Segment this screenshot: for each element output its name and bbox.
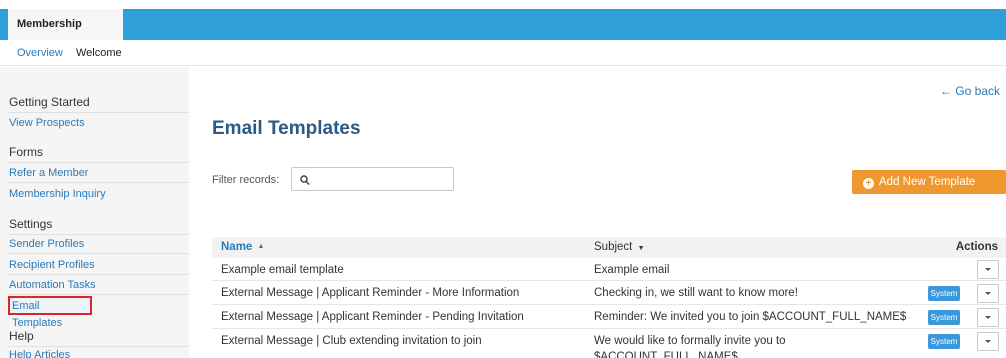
caret-down-icon	[985, 316, 991, 319]
template-subject: Reminder: We invited you to join $ACCOUN…	[594, 311, 907, 323]
add-new-template-label: Add New Template	[879, 176, 976, 188]
sidebar-divider	[8, 234, 189, 235]
sidebar-item-sender-profiles[interactable]: Sender Profiles	[9, 238, 84, 250]
row-actions-dropdown[interactable]	[977, 284, 999, 303]
template-name: External Message | Applicant Reminder - …	[221, 287, 520, 299]
template-name: External Message | Applicant Reminder - …	[221, 311, 524, 323]
column-subject-label: Subject	[594, 241, 633, 253]
filter-box	[291, 167, 454, 191]
sidebar-divider	[8, 294, 189, 295]
sidebar-item-recipient-profiles[interactable]: Recipient Profiles	[9, 259, 95, 271]
page-title: Email Templates	[212, 118, 361, 139]
system-badge: System	[928, 334, 960, 349]
row-actions-dropdown[interactable]	[977, 332, 999, 351]
column-name-label: Name	[221, 241, 253, 253]
sidebar-item-refer-a-member[interactable]: Refer a Member	[9, 167, 88, 179]
table-row[interactable]: External Message | Applicant Reminder - …	[212, 305, 1006, 329]
template-subject-line-1: We would like to formally invite you to	[594, 335, 786, 347]
sidebar-heading-getting-started: Getting Started	[9, 95, 90, 109]
sidebar-item-help-articles[interactable]: Help Articles	[9, 349, 70, 358]
sidebar-heading-forms: Forms	[9, 145, 43, 159]
table-row[interactable]: External Message | Club extending invita…	[212, 329, 1006, 358]
filter-label: Filter records:	[212, 174, 280, 186]
plus-circle-icon: +	[863, 178, 874, 189]
sub-navigation: Overview Welcome	[0, 40, 1006, 66]
row-actions-dropdown[interactable]	[977, 260, 999, 279]
column-header-subject[interactable]: Subject ▼	[594, 241, 645, 253]
sort-ascending-icon: ▲	[257, 243, 265, 250]
template-subject: Checking in, we still want to know more!	[594, 287, 798, 299]
column-header-name[interactable]: Name ▲	[221, 241, 264, 253]
filter-input[interactable]	[316, 171, 448, 187]
system-badge: System	[928, 310, 960, 325]
column-header-actions: Actions	[955, 241, 998, 253]
top-bar: Membership Success	[0, 9, 1006, 61]
row-actions-dropdown[interactable]	[977, 308, 999, 327]
sidebar-divider	[8, 112, 189, 113]
sidebar-item-membership-inquiry[interactable]: Membership Inquiry	[9, 188, 106, 200]
sidebar-item-view-prospects[interactable]: View Prospects	[9, 117, 85, 129]
template-subject: We would like to formally invite you to …	[594, 333, 786, 358]
template-subject-line-2: $ACCOUNT_FULL_NAME$	[594, 351, 738, 358]
add-new-template-button[interactable]: + Add New Template	[852, 170, 1006, 194]
table-row[interactable]: External Message | Applicant Reminder - …	[212, 281, 1006, 305]
table-row[interactable]: Example email template Example email	[212, 258, 1006, 281]
caret-down-icon	[985, 340, 991, 343]
sidebar-heading-settings: Settings	[9, 217, 53, 231]
template-name: Example email template	[221, 264, 344, 276]
system-badge: System	[928, 286, 960, 301]
sidebar-divider	[8, 346, 189, 347]
sidebar-divider	[8, 182, 189, 183]
sidebar-item-email-templates[interactable]: Email Templates	[8, 296, 92, 329]
sidebar-divider	[8, 274, 189, 275]
template-subject: Example email	[594, 264, 670, 276]
app-tab-membership-success[interactable]: Membership Success	[8, 9, 123, 61]
sidebar-heading-help: Help	[9, 329, 34, 343]
template-name: External Message | Club extending invita…	[221, 335, 482, 347]
caret-down-icon	[985, 268, 991, 271]
table-header: Name ▲ Subject ▼ Actions	[212, 237, 1006, 258]
sidebar-divider	[8, 253, 189, 254]
subnav-overview[interactable]: Overview	[17, 40, 63, 66]
sidebar-item-automation-tasks[interactable]: Automation Tasks	[9, 279, 96, 291]
sidebar: Getting Started View Prospects Forms Ref…	[0, 67, 189, 358]
go-back-link[interactable]: ← Go back	[940, 84, 1000, 98]
search-icon	[300, 173, 310, 191]
caret-down-icon	[985, 292, 991, 295]
subnav-welcome[interactable]: Welcome	[76, 40, 122, 66]
sidebar-divider	[8, 162, 189, 163]
sort-descending-icon: ▼	[637, 245, 645, 252]
